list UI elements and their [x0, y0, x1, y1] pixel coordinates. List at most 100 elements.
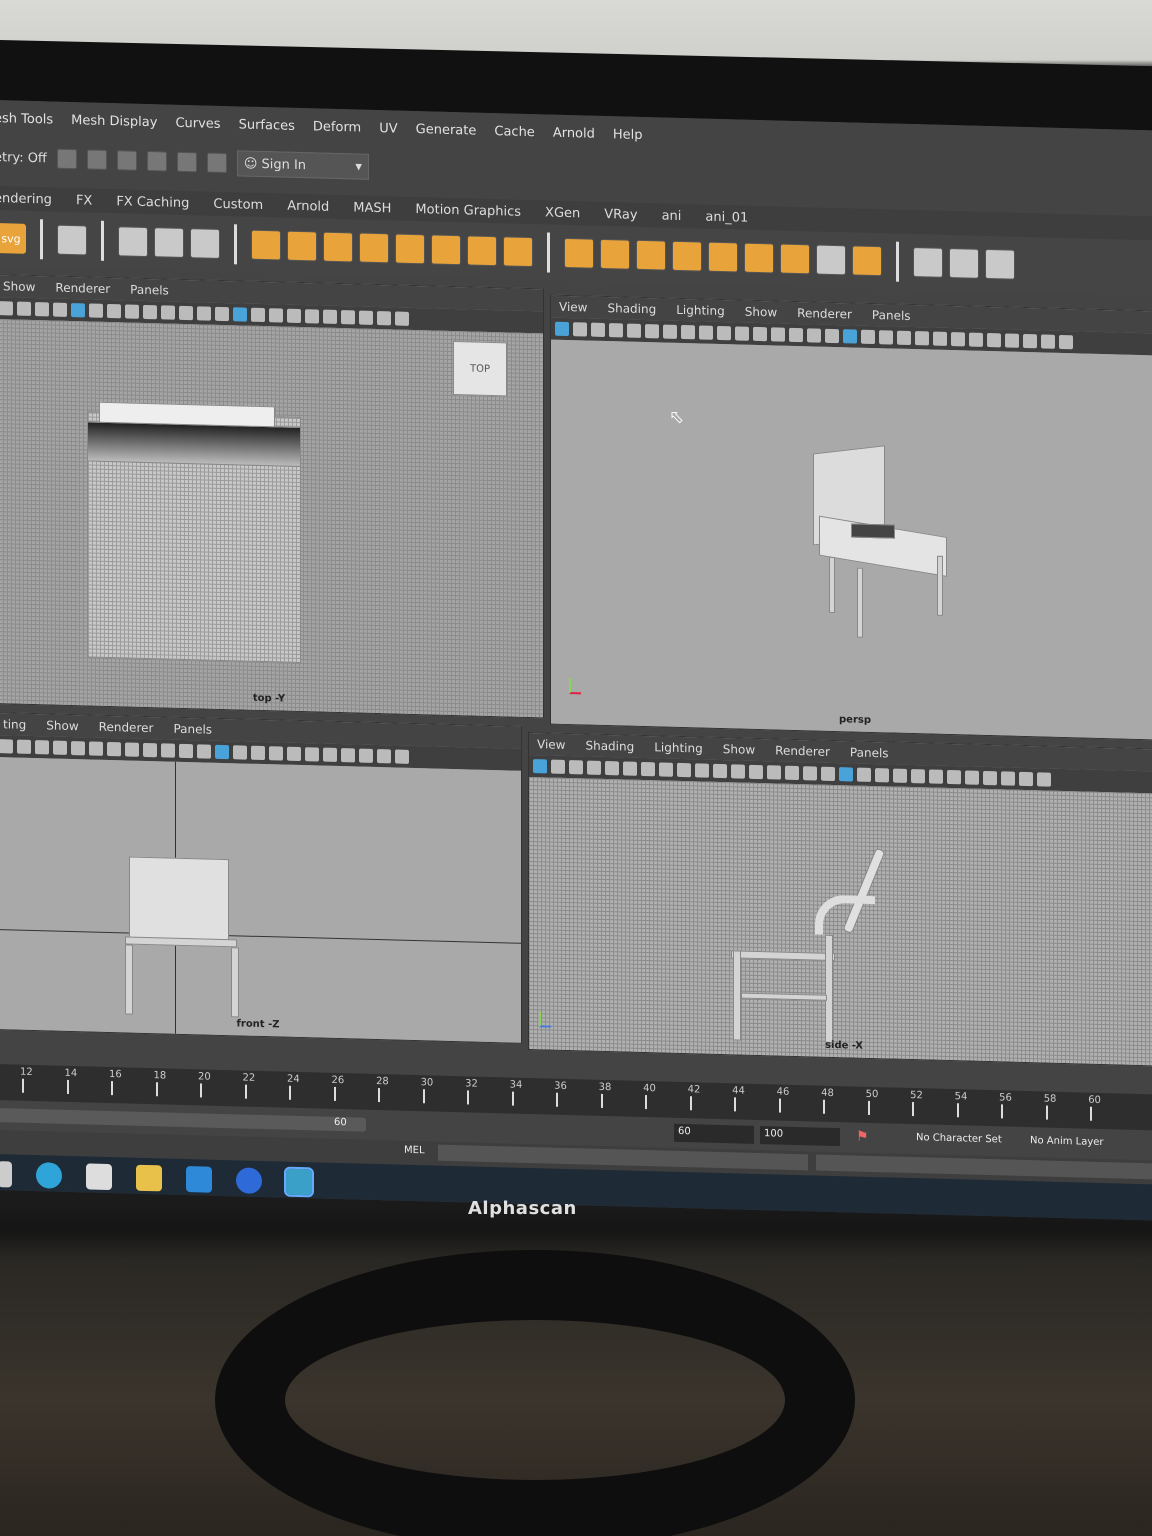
edge-icon[interactable]	[36, 1162, 62, 1189]
axis-gizmo-icon	[569, 678, 581, 695]
anim-end-field[interactable]: 100	[760, 1126, 840, 1147]
shelf-tab-endering[interactable]: endering	[0, 191, 52, 208]
timeline-tick	[1090, 1106, 1093, 1121]
mash-offset-icon[interactable]	[359, 232, 389, 264]
mash-color-icon[interactable]	[852, 245, 882, 277]
panel-menu-show[interactable]: Show	[46, 718, 78, 733]
store-icon[interactable]	[86, 1163, 112, 1191]
panel-menu-show[interactable]: Show	[3, 279, 35, 294]
mash-random-icon[interactable]	[323, 231, 353, 263]
mash-spring-icon[interactable]	[503, 236, 533, 268]
hypershade-icon[interactable]	[176, 151, 197, 173]
menu-cache[interactable]: Cache	[494, 124, 534, 140]
svg-tool-button[interactable]: svg	[0, 223, 26, 254]
mash-distribute-icon[interactable]	[251, 229, 281, 261]
menu-deform[interactable]: Deform	[313, 119, 361, 135]
menu-surfaces[interactable]: Surfaces	[239, 117, 295, 133]
panel-menu-shading[interactable]: Shading	[607, 301, 656, 316]
viewport-front[interactable]: ting Show Renderer Panels front -Z	[0, 712, 522, 1044]
panel-menu-lighting[interactable]: Lighting	[654, 740, 703, 755]
menu-uv[interactable]: UV	[379, 121, 397, 136]
viewport-side[interactable]: View Shading Lighting Show Renderer Panels si…	[528, 731, 1152, 1067]
pencil-icon[interactable]	[913, 247, 943, 278]
timeline-tick-label: 44	[732, 1085, 745, 1097]
menu-mesh-display[interactable]: Mesh Display	[71, 113, 157, 130]
end-frame-field[interactable]: 60	[674, 1123, 754, 1144]
mash-dynamics-icon[interactable]	[154, 227, 184, 258]
panel-menu-panels[interactable]: Panels	[850, 745, 889, 760]
mash-frame-icon[interactable]	[816, 244, 846, 276]
viewport-canvas[interactable]: front -Z	[0, 757, 521, 1043]
mash-grid-icon[interactable]	[395, 233, 425, 265]
shelf-tab-motion-graphics[interactable]: Motion Graphics	[415, 202, 521, 220]
mash-network-icon[interactable]	[118, 226, 148, 258]
app-icon[interactable]	[236, 1167, 262, 1195]
mail-icon[interactable]	[186, 1166, 212, 1193]
view-cube[interactable]: TOP	[453, 341, 507, 397]
panel-menu-ting[interactable]: ting	[3, 717, 26, 732]
panel-menu-panels[interactable]: Panels	[173, 722, 212, 737]
shelf-tab-fx[interactable]: FX	[76, 193, 92, 208]
panel-menu-lighting[interactable]: Lighting	[676, 303, 725, 318]
brush-icon[interactable]	[985, 248, 1015, 280]
maya-icon[interactable]	[284, 1166, 314, 1198]
panel-menu-renderer[interactable]: Renderer	[99, 720, 154, 735]
mash-cube-icon[interactable]	[636, 239, 666, 271]
panel-menu-panels[interactable]: Panels	[130, 283, 169, 298]
viewport-canvas[interactable]: ⬁ persp	[551, 339, 1152, 740]
panel-menu-renderer[interactable]: Renderer	[797, 306, 852, 321]
panel-menu-renderer[interactable]: Renderer	[775, 743, 830, 758]
panel-menu-show[interactable]: Show	[745, 305, 777, 320]
render-icon[interactable]	[86, 149, 107, 170]
menu-esh-tools[interactable]: esh Tools	[0, 111, 53, 128]
viewport-canvas[interactable]: side -X	[529, 777, 1152, 1066]
ruler-icon[interactable]	[949, 248, 979, 279]
panel-menu-view[interactable]: View	[537, 737, 565, 752]
task-view-icon[interactable]	[0, 1161, 12, 1188]
mash-sphere-icon[interactable]	[708, 241, 738, 273]
mash-snow-icon[interactable]	[190, 228, 220, 259]
viewport-persp[interactable]: View Shading Lighting Show Renderer Panels ⬁ …	[550, 294, 1152, 741]
range-slider-track[interactable]	[0, 1108, 366, 1132]
mash-layers-icon[interactable]	[780, 243, 810, 275]
shelf-tab-vray[interactable]: VRay	[604, 206, 637, 222]
panel-menu-shading[interactable]: Shading	[585, 738, 634, 753]
sign-in-button[interactable]: ☺ Sign In ▾	[236, 150, 369, 180]
menu-help[interactable]: Help	[613, 127, 643, 143]
scene-icon[interactable]	[56, 148, 77, 170]
anim-layer-menu[interactable]: No Anim Layer	[1026, 1133, 1108, 1153]
menu-generate[interactable]: Generate	[416, 122, 477, 139]
shelf-tab-custom[interactable]: Custom	[213, 196, 263, 212]
mash-transform-icon[interactable]	[431, 234, 461, 266]
mash-curve-icon[interactable]	[600, 238, 630, 270]
mash-blocks-icon[interactable]	[672, 240, 702, 272]
viewport-canvas[interactable]: TOP top -Y	[0, 319, 543, 718]
shelf-tab-fx-caching[interactable]: FX Caching	[116, 194, 189, 211]
panel-menu-view[interactable]: View	[559, 300, 587, 315]
panel-menu-show[interactable]: Show	[723, 742, 755, 757]
viewport-top[interactable]: Show Renderer Panels TOP top -Y	[0, 274, 544, 719]
panel-menu-panels[interactable]: Panels	[872, 308, 911, 323]
file-explorer-icon[interactable]	[136, 1164, 162, 1192]
mash-trails-icon[interactable]	[744, 242, 774, 274]
grid-tool-icon[interactable]	[57, 224, 87, 256]
ipr-icon[interactable]	[116, 150, 137, 171]
pause-icon[interactable]	[206, 152, 227, 174]
symmetry-status[interactable]: etry: Off	[0, 150, 47, 166]
character-set-menu[interactable]: No Character Set	[912, 1130, 1006, 1150]
menu-arnold[interactable]: Arnold	[553, 125, 595, 141]
mel-label[interactable]: MEL	[404, 1145, 425, 1157]
shelf-tab-ani-01[interactable]: ani_01	[705, 209, 748, 225]
shelf-tab-xgen[interactable]: XGen	[545, 205, 580, 221]
mash-replicator-icon[interactable]	[287, 230, 317, 262]
mash-orient-icon[interactable]	[467, 235, 497, 267]
mash-flight-icon[interactable]	[564, 237, 594, 269]
timeline-tick	[1045, 1105, 1048, 1120]
menu-curves[interactable]: Curves	[175, 115, 220, 131]
panel-menu-renderer[interactable]: Renderer	[55, 281, 110, 296]
auto-key-icon[interactable]: ⚑	[856, 1129, 869, 1145]
shelf-tab-mash[interactable]: MASH	[353, 200, 391, 216]
shelf-tab-arnold[interactable]: Arnold	[287, 198, 329, 214]
render-settings-icon[interactable]	[146, 151, 167, 172]
shelf-tab-ani[interactable]: ani	[662, 208, 682, 224]
